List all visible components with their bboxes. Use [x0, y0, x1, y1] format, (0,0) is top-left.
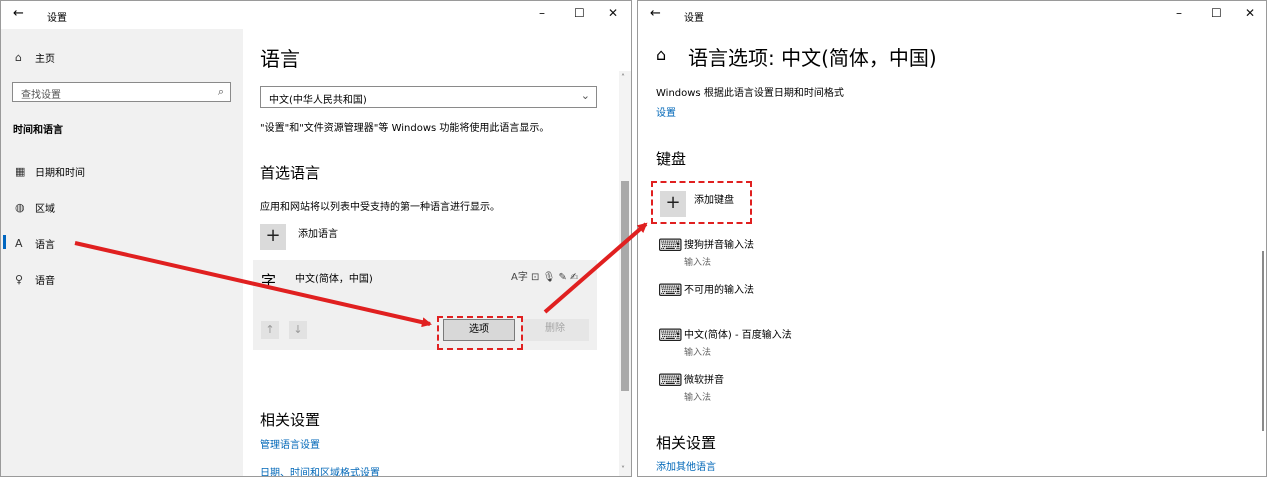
scrollbar-thumb[interactable] — [621, 181, 629, 391]
home-icon[interactable]: ⌂ — [656, 45, 666, 64]
keyboard-type: 输入法 — [684, 258, 712, 268]
scrollbar[interactable]: ˄ ˅ — [619, 71, 631, 476]
scroll-down-icon[interactable]: ˅ — [621, 465, 625, 474]
sidebar-item-home[interactable]: ⌂ 主页 — [15, 50, 55, 65]
keyboard-name: 不可用的输入法 — [684, 285, 754, 296]
preferred-languages-heading: 首选语言 — [260, 164, 321, 182]
keyboard-icon: ⌨ — [658, 326, 683, 346]
sidebar-item-language[interactable]: A 语言 — [15, 236, 55, 251]
maximize-button[interactable]: ☐ — [1211, 6, 1222, 20]
search-placeholder: 查找设置 — [21, 90, 61, 101]
sidebar-item-speech[interactable]: ♀ 语音 — [15, 272, 55, 287]
sidebar-item-label: 日期和时间 — [35, 168, 85, 179]
sidebar: ⌂ 主页 查找设置 ⌕ 时间和语言 ▦ 日期和时间 ◍ 区域 A 语言 ♀ 语音 — [1, 29, 243, 476]
keyboard-icon: ⌨ — [658, 371, 683, 391]
sidebar-item-label: 语言 — [35, 240, 55, 251]
page-title: 语言选项: 中文(简体，中国) — [688, 46, 937, 70]
language-glyph-icon: 字 — [261, 272, 277, 290]
language-list-item[interactable]: 字 中文(简体，中国) A字 ⊡ 🎙 ✎ ✍ ↑ ↓ 选项 删除 — [253, 260, 597, 350]
maximize-button[interactable]: ☐ — [574, 6, 585, 20]
settings-window-language-options: ← 设置 – ☐ ✕ ⌂ 语言选项: 中文(简体，中国) Windows 根据此… — [637, 0, 1267, 477]
preferred-languages-desc: 应用和网站将以列表中受支持的第一种语言进行显示。 — [260, 202, 500, 213]
highlight-add-keyboard-box — [651, 181, 752, 224]
sidebar-item-region[interactable]: ◍ 区域 — [15, 200, 55, 215]
sidebar-item-label: 主页 — [35, 54, 55, 65]
keyboard-name: 中文(简体) - 百度输入法 — [684, 330, 792, 341]
keyboard-icon: ⌨ — [658, 281, 683, 301]
close-button[interactable]: ✕ — [1245, 6, 1255, 20]
minimize-button[interactable]: – — [1176, 6, 1182, 20]
region-format-note: Windows 根据此语言设置日期和时间格式 — [656, 88, 844, 99]
date-time-region-format-link[interactable]: 日期、时间和区域格式设置 — [260, 464, 380, 476]
sidebar-item-label: 区域 — [35, 204, 55, 215]
title-bar: ← 设置 – ☐ ✕ — [1, 1, 631, 29]
main-content: 语言 中文(中华人民共和国) ⌄ "设置"和"文件资源管理器"等 Windows… — [243, 29, 631, 476]
sidebar-section-title: 时间和语言 — [13, 125, 63, 136]
display-language-select[interactable]: 中文(中华人民共和国) ⌄ — [260, 86, 597, 108]
add-language-button[interactable]: 添加语言 — [298, 225, 338, 240]
chevron-down-icon: ⌄ — [580, 89, 590, 102]
language-icon: A — [15, 237, 23, 250]
sidebar-item-date-time[interactable]: ▦ 日期和时间 — [15, 164, 85, 179]
close-button[interactable]: ✕ — [608, 6, 618, 20]
home-icon: ⌂ — [15, 51, 22, 64]
add-other-language-link[interactable]: 添加其他语言 — [656, 458, 716, 473]
keyboard-item[interactable]: ⌨ 微软拼音 输入法 — [658, 371, 724, 403]
settings-window-language: ← 设置 – ☐ ✕ ⌂ 主页 查找设置 ⌕ 时间和语言 ▦ 日期和时间 ◍ 区… — [0, 0, 632, 477]
keyboard-item[interactable]: ⌨ 中文(简体) - 百度输入法 输入法 — [658, 326, 792, 358]
sidebar-item-label: 语音 — [35, 276, 55, 287]
active-indicator — [3, 235, 6, 249]
highlight-options-box — [437, 316, 523, 350]
title-bar: ← 设置 – ☐ ✕ — [638, 1, 1266, 29]
window-title: 设置 — [684, 13, 704, 24]
language-features-icon: A字 ⊡ 🎙 ✎ ✍ — [511, 272, 579, 283]
search-icon[interactable]: ⌕ — [218, 85, 224, 99]
search-input[interactable]: 查找设置 ⌕ — [12, 82, 231, 102]
page-title: 语言 — [260, 47, 300, 71]
scroll-up-icon[interactable]: ˄ — [621, 73, 625, 82]
keyboard-name: 搜狗拼音输入法 — [684, 240, 754, 251]
keyboard-type: 输入法 — [684, 393, 712, 403]
keyboard-heading: 键盘 — [656, 150, 687, 168]
scrollbar-thumb[interactable] — [1262, 251, 1264, 431]
manage-language-settings-link[interactable]: 管理语言设置 — [260, 436, 320, 451]
keyboard-item[interactable]: ⌨ 不可用的输入法 — [658, 281, 754, 301]
related-settings-heading: 相关设置 — [656, 434, 717, 452]
globe-icon: ◍ — [15, 201, 25, 214]
settings-link[interactable]: 设置 — [656, 104, 676, 119]
display-language-note: "设置"和"文件资源管理器"等 Windows 功能将使用此语言显示。 — [260, 123, 550, 134]
keyboard-item[interactable]: ⌨ 搜狗拼音输入法 输入法 — [658, 236, 754, 268]
move-down-button[interactable]: ↓ — [289, 321, 307, 339]
window-title: 设置 — [47, 13, 67, 24]
keyboard-icon: ⌨ — [658, 236, 683, 256]
microphone-icon: ♀ — [15, 273, 24, 286]
add-language-plus-icon[interactable]: + — [260, 224, 286, 250]
back-icon[interactable]: ← — [650, 6, 661, 21]
move-up-button[interactable]: ↑ — [261, 321, 279, 339]
remove-button[interactable]: 删除 — [521, 319, 589, 341]
calendar-clock-icon: ▦ — [15, 165, 26, 178]
language-name: 中文(简体，中国) — [295, 274, 373, 285]
minimize-button[interactable]: – — [539, 6, 545, 20]
keyboard-type: 输入法 — [684, 348, 712, 358]
keyboard-name: 微软拼音 — [684, 375, 724, 386]
related-settings-heading: 相关设置 — [260, 411, 321, 429]
back-icon[interactable]: ← — [13, 6, 24, 21]
display-language-value: 中文(中华人民共和国) — [269, 95, 367, 106]
